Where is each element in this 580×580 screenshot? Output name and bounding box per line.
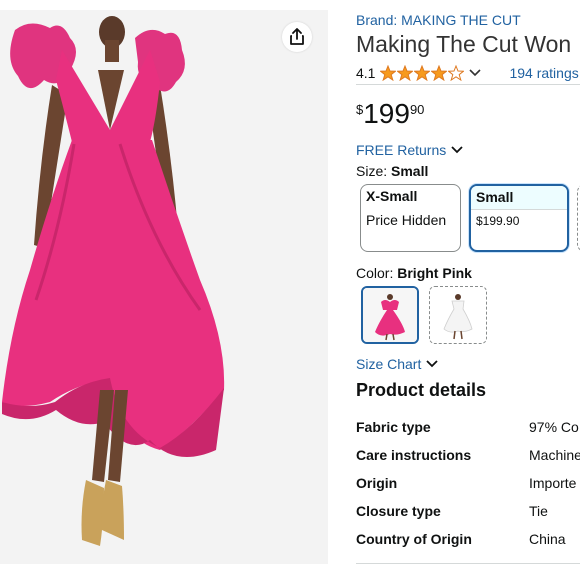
detail-value: Tie <box>529 503 548 519</box>
swatch-image <box>430 287 486 343</box>
star-rating[interactable] <box>380 65 465 81</box>
color-label: Color: Bright Pink <box>356 265 472 281</box>
detail-key: Care instructions <box>356 447 472 463</box>
detail-key: Closure type <box>356 503 441 519</box>
size-selected-value: Small <box>391 163 429 179</box>
detail-key: Country of Origin <box>356 531 472 547</box>
detail-key: Origin <box>356 475 398 491</box>
size-chart-link[interactable]: Size Chart <box>356 356 438 372</box>
ratings-count-link[interactable]: 194 ratings <box>509 65 578 81</box>
price: $19990 <box>356 98 424 130</box>
size-chart-label: Size Chart <box>356 356 422 372</box>
brand-link[interactable]: Brand: MAKING THE CUT <box>356 12 521 28</box>
product-title: Making The Cut Won <box>356 31 572 57</box>
price-symbol: $ <box>356 102 364 117</box>
detail-value: 97% Co <box>529 419 579 435</box>
product-details-panel: Brand: MAKING THE CUT Making The Cut Won… <box>356 0 580 580</box>
swatch-image <box>363 288 417 342</box>
price-whole: 199 <box>363 98 410 129</box>
color-label-prefix: Color: <box>356 265 394 281</box>
chevron-down-icon <box>451 146 463 154</box>
star-icon <box>448 65 465 81</box>
divider <box>356 84 580 85</box>
size-option-name: X-Small <box>366 188 418 204</box>
share-icon <box>290 28 304 45</box>
chevron-down-icon[interactable] <box>469 69 482 77</box>
size-option-detail: Price Hidden <box>366 212 447 228</box>
star-icon <box>414 65 431 81</box>
color-swatch-white[interactable] <box>429 286 487 344</box>
share-button[interactable] <box>282 22 312 52</box>
color-swatch-bright-pink[interactable] <box>361 286 419 344</box>
price-fraction: 90 <box>409 102 425 117</box>
chevron-down-icon <box>426 360 438 368</box>
rating-value: 4.1 <box>356 65 376 81</box>
size-option-small[interactable]: Small $199.90 <box>469 184 569 252</box>
size-label-prefix: Size: <box>356 163 388 179</box>
divider <box>356 563 580 564</box>
detail-row-country-of-origin: Country of Origin China <box>356 531 580 551</box>
detail-value: China <box>529 531 566 547</box>
detail-row-care-instructions: Care instructions Machine <box>356 447 580 467</box>
detail-value: Machine <box>529 447 580 463</box>
detail-key: Fabric type <box>356 419 431 435</box>
free-returns-link[interactable]: FREE Returns <box>356 142 463 158</box>
detail-row-fabric-type: Fabric type 97% Co <box>356 419 580 439</box>
size-option-price: $199.90 <box>476 214 520 228</box>
star-icon <box>431 65 448 81</box>
star-icon <box>397 65 414 81</box>
star-icon <box>380 65 397 81</box>
size-option-name: Small <box>471 186 567 210</box>
size-label: Size: Small <box>356 163 428 179</box>
rating-row: 4.1 194 ratings <box>356 63 579 83</box>
detail-row-closure-type: Closure type Tie <box>356 503 580 523</box>
detail-value: Importe <box>529 475 577 491</box>
product-details-heading: Product details <box>356 380 487 400</box>
size-option-xsmall[interactable]: X-Small Price Hidden <box>360 184 461 252</box>
dress-photo <box>0 10 328 564</box>
detail-row-origin: Origin Importe <box>356 475 580 495</box>
product-image[interactable] <box>0 10 328 564</box>
free-returns-label: FREE Returns <box>356 142 447 158</box>
color-selected-value: Bright Pink <box>397 265 472 281</box>
